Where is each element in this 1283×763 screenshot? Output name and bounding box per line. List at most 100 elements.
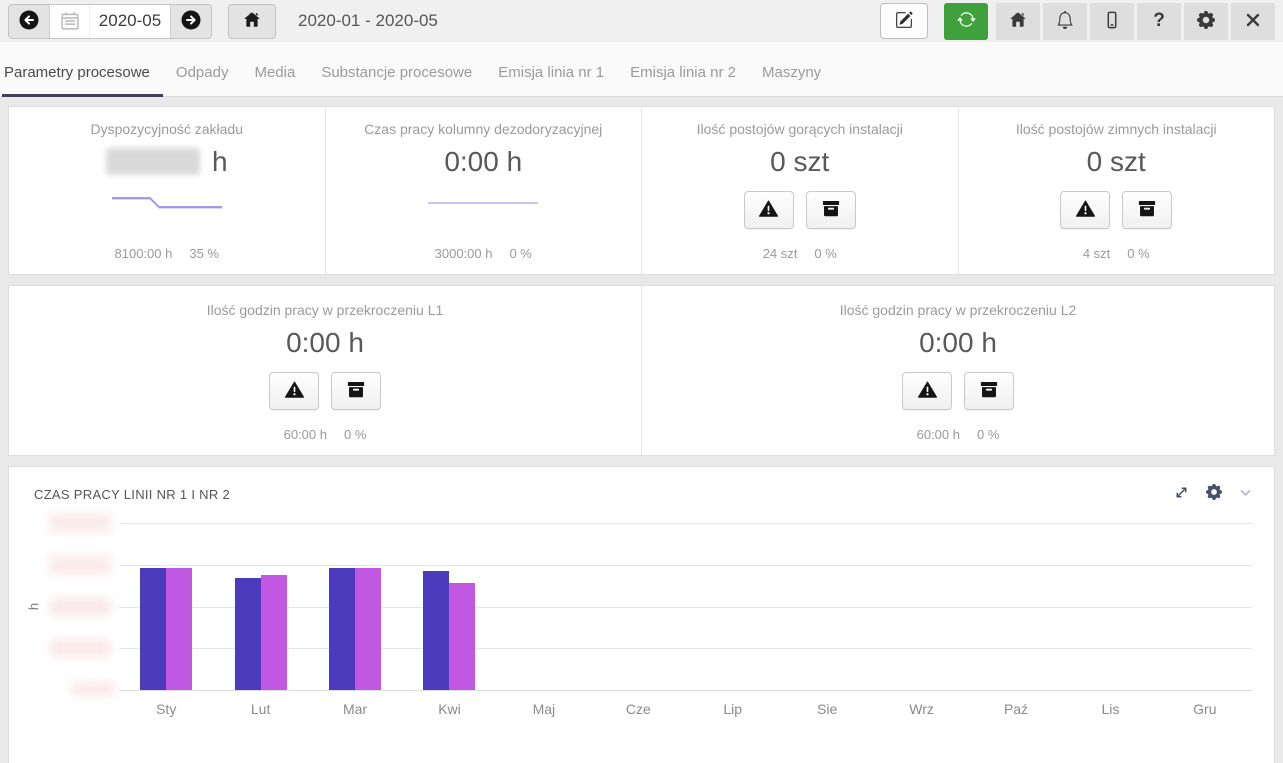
redacted-tick-label xyxy=(49,556,111,574)
redacted-tick-label xyxy=(49,639,111,657)
help-button[interactable]: ? xyxy=(1137,3,1181,40)
kpi-row-2: Ilość godzin pracy w przekroczeniu L1 0:… xyxy=(8,285,1275,456)
redacted-tick-label xyxy=(49,598,111,616)
chart-panel: CZAS PRACY LINII NR 1 I NR 2 h xyxy=(8,466,1275,763)
kpi-value: h xyxy=(106,146,228,178)
kpi-percent: 0 % xyxy=(814,246,836,261)
x-tick-label: Maj xyxy=(497,701,591,717)
x-tick-label: Mar xyxy=(308,701,402,717)
bar-group xyxy=(780,523,874,690)
x-tick-label: Lut xyxy=(213,701,307,717)
chart-settings-gear-icon[interactable] xyxy=(1206,484,1222,505)
chart-body: h StyLutMarKwiMajCzeLipSieWrzPaźLis xyxy=(9,515,1274,717)
warning-triangle-icon xyxy=(1076,200,1095,220)
kpi-percent: 0 % xyxy=(344,427,366,442)
plot-wrap: StyLutMarKwiMajCzeLipSieWrzPaźLisGru xyxy=(119,523,1252,717)
warning-triangle-icon xyxy=(918,381,937,401)
bar-group xyxy=(497,523,591,690)
x-tick-label: Cze xyxy=(591,701,685,717)
tab-emisja-linia-nr-2[interactable]: Emisja linia nr 2 xyxy=(617,64,749,96)
kpi-card-przekroczenie-l2: Ilość godzin pracy w przekroczeniu L2 0:… xyxy=(642,286,1274,455)
calendar-icon xyxy=(50,5,90,38)
question-icon: ? xyxy=(1153,10,1165,32)
archive-icon xyxy=(1138,200,1156,220)
bar-group xyxy=(213,523,307,690)
archive-button[interactable] xyxy=(964,372,1014,410)
bar-group xyxy=(1158,523,1252,690)
mobile-icon xyxy=(1103,11,1121,32)
alerts-button[interactable] xyxy=(902,372,952,410)
kpi-footer: 4 szt 0 % xyxy=(1083,246,1150,261)
archive-icon xyxy=(822,200,840,220)
kpi-title: Ilość godzin pracy w przekroczeniu L2 xyxy=(840,302,1077,318)
bar-group xyxy=(119,523,213,690)
tab-media[interactable]: Media xyxy=(241,64,308,96)
chart-header: CZAS PRACY LINII NR 1 I NR 2 xyxy=(9,467,1274,515)
tab-maszyny[interactable]: Maszyny xyxy=(749,64,834,96)
kpi-footer: 8100:00 h 35 % xyxy=(115,246,219,261)
bar-linia-nr-1 xyxy=(140,568,166,690)
archive-icon xyxy=(347,381,365,401)
bell-icon xyxy=(1056,11,1074,32)
archive-button[interactable] xyxy=(1122,191,1172,229)
next-period-button[interactable] xyxy=(170,5,211,38)
kpi-limit: 60:00 h xyxy=(284,427,327,442)
x-axis-labels: StyLutMarKwiMajCzeLipSieWrzPaźLisGru xyxy=(119,701,1252,717)
kpi-limit: 8100:00 h xyxy=(115,246,173,261)
bar-group xyxy=(591,523,685,690)
kpi-buttons xyxy=(744,191,856,229)
edit-button[interactable] xyxy=(880,3,928,39)
alerts-button[interactable] xyxy=(744,191,794,229)
y-axis-tick-labels-redacted xyxy=(43,523,119,690)
kpi-card-postoje-zimne: Ilość postojów zimnych instalacji 0 szt … xyxy=(959,107,1275,274)
refresh-button[interactable] xyxy=(944,3,988,40)
bar-group xyxy=(1063,523,1157,690)
kpi-percent: 0 % xyxy=(977,427,999,442)
alerts-button[interactable] xyxy=(1060,191,1110,229)
warning-triangle-icon xyxy=(285,381,304,401)
x-tick-label: Lis xyxy=(1063,701,1157,717)
refresh-icon xyxy=(957,10,976,32)
period-input[interactable] xyxy=(90,5,170,38)
alerts-button[interactable] xyxy=(269,372,319,410)
tab-odpady[interactable]: Odpady xyxy=(163,64,242,96)
expand-icon[interactable] xyxy=(1174,485,1189,505)
tab-emisja-linia-nr-1[interactable]: Emisja linia nr 1 xyxy=(485,64,617,96)
kpi-footer: 60:00 h 0 % xyxy=(284,427,367,442)
settings-button[interactable] xyxy=(1184,3,1228,40)
bar-group xyxy=(308,523,402,690)
bar-linia-nr-1 xyxy=(235,578,261,690)
kpi-sparkline xyxy=(427,194,539,217)
chevron-down-icon[interactable] xyxy=(1239,486,1252,504)
bar-group xyxy=(969,523,1063,690)
kpi-value: 0:00 h xyxy=(444,146,522,178)
bar-linia-nr-2 xyxy=(166,568,192,690)
dashboard-home-button[interactable] xyxy=(996,3,1040,40)
kpi-footer: 60:00 h 0 % xyxy=(917,427,1000,442)
kpi-buttons xyxy=(902,372,1014,410)
kpi-sparkline xyxy=(111,194,223,217)
redacted-tick-label xyxy=(71,682,115,696)
kpi-card-czas-kolumny: Czas pracy kolumny dezodoryzacyjnej 0:00… xyxy=(326,107,643,274)
kpi-card-przekroczenie-l1: Ilość godzin pracy w przekroczeniu L1 0:… xyxy=(9,286,642,455)
tab-substancje-procesowe[interactable]: Substancje procesowe xyxy=(308,64,485,96)
x-tick-label: Kwi xyxy=(402,701,496,717)
kpi-limit: 3000:00 h xyxy=(435,246,493,261)
archive-button[interactable] xyxy=(331,372,381,410)
chart-tools xyxy=(1174,484,1252,505)
archive-button[interactable] xyxy=(806,191,856,229)
arrow-right-circle-icon xyxy=(180,9,202,34)
kpi-value: 0:00 h xyxy=(919,327,997,359)
home-period-button[interactable] xyxy=(228,4,276,39)
x-tick-label: Sty xyxy=(119,701,213,717)
notifications-button[interactable] xyxy=(1043,3,1087,40)
tab-parametry-procesowe[interactable]: Parametry procesowe xyxy=(2,64,163,96)
previous-period-button[interactable] xyxy=(9,5,50,38)
mobile-button[interactable] xyxy=(1090,3,1134,40)
close-button[interactable] xyxy=(1231,3,1275,40)
kpi-buttons xyxy=(1060,191,1172,229)
kpi-card-postoje-gorace: Ilość postojów gorących instalacji 0 szt… xyxy=(642,107,959,274)
y-axis-title: h xyxy=(25,523,43,690)
x-tick-label: Gru xyxy=(1158,701,1252,717)
kpi-title: Ilość postojów gorących instalacji xyxy=(697,121,903,137)
